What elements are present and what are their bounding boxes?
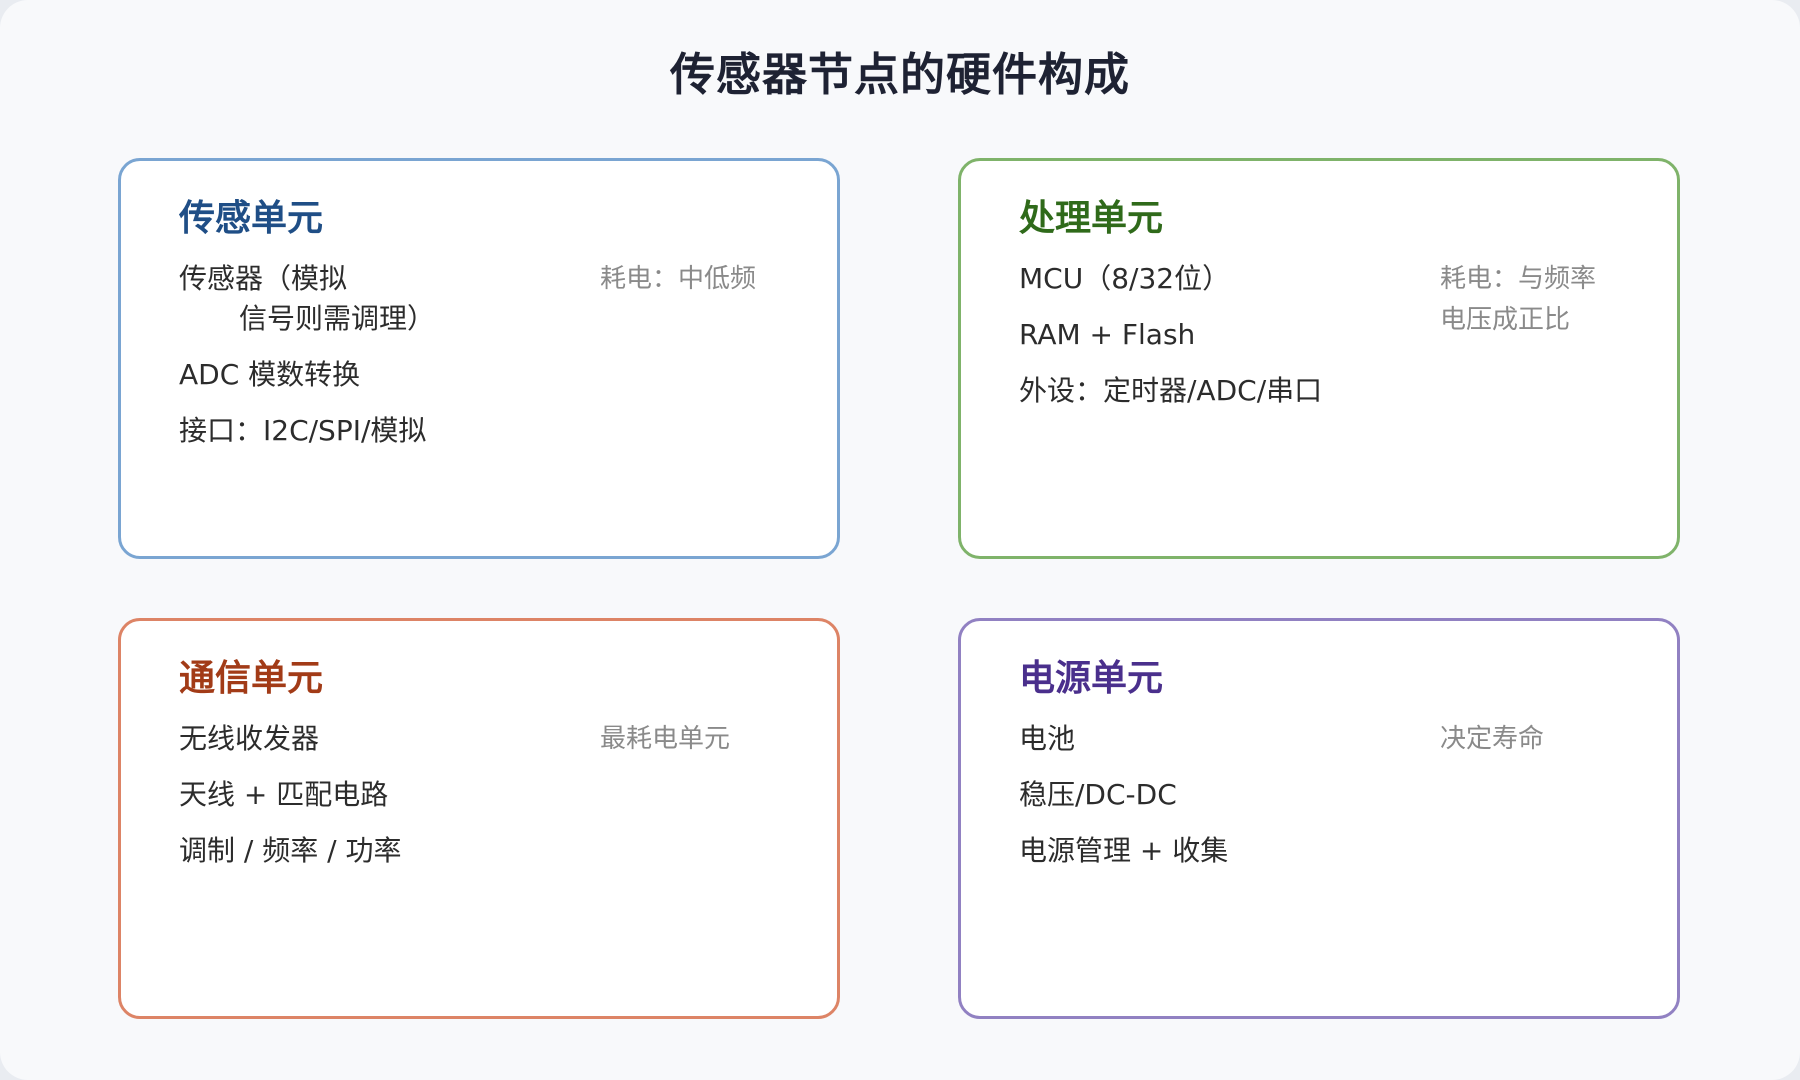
communication-unit-note: 最耗电单元 xyxy=(600,724,731,754)
power-item-battery: 电池 xyxy=(1019,722,1076,755)
power-unit-items: 电池 稳压/DC-DC 电源管理 + 收集 xyxy=(1019,719,1419,887)
processing-unit-note: 耗电：与频率 电压成正比 xyxy=(1440,259,1640,341)
processing-note-line2: 电压成正比 xyxy=(1440,305,1571,335)
processing-unit-card: 处理单元 MCU（8/32位） RAM + Flash 外设：定时器/ADC/串… xyxy=(958,158,1680,559)
sensing-unit-items: 传感器（模拟 信号则需调理） ADC 模数转换 接口：I2C/SPI/模拟 xyxy=(179,259,579,467)
processing-item-peripherals: 外设：定时器/ADC/串口 xyxy=(1019,374,1323,407)
communication-item-transceiver: 无线收发器 xyxy=(179,722,320,755)
processing-unit-title: 处理单元 xyxy=(1019,198,1164,239)
sensing-item-sensor: 传感器（模拟 信号则需调理） xyxy=(179,259,579,339)
sensing-unit-note: 耗电：中低频 xyxy=(600,264,757,294)
power-unit-card: 电源单元 电池 稳压/DC-DC 电源管理 + 收集 决定寿命 xyxy=(958,618,1680,1019)
diagram-canvas: 传感器节点的硬件构成 传感单元 传感器（模拟 信号则需调理） ADC 模数转换 … xyxy=(0,0,1800,1080)
communication-unit-card: 通信单元 无线收发器 天线 + 匹配电路 调制 / 频率 / 功率 最耗电单元 xyxy=(118,618,840,1019)
sensing-item-adc: ADC 模数转换 xyxy=(179,358,361,391)
power-item-management: 电源管理 + 收集 xyxy=(1019,834,1229,867)
sensing-item-sensor-line2: 信号则需调理） xyxy=(239,302,436,335)
power-unit-title: 电源单元 xyxy=(1019,658,1164,699)
processing-note-line1: 耗电：与频率 xyxy=(1440,264,1597,294)
communication-item-antenna: 天线 + 匹配电路 xyxy=(179,778,389,811)
power-unit-note: 决定寿命 xyxy=(1440,724,1545,754)
page-title: 传感器节点的硬件构成 xyxy=(669,48,1130,101)
sensing-item-sensor-line1: 传感器（模拟 xyxy=(179,262,348,295)
sensing-unit-title: 传感单元 xyxy=(179,198,324,239)
communication-unit-items: 无线收发器 天线 + 匹配电路 调制 / 频率 / 功率 xyxy=(179,719,579,887)
communication-unit-title: 通信单元 xyxy=(179,658,324,699)
sensing-item-interface: 接口：I2C/SPI/模拟 xyxy=(179,414,427,447)
sensing-unit-card: 传感单元 传感器（模拟 信号则需调理） ADC 模数转换 接口：I2C/SPI/… xyxy=(118,158,840,559)
processing-unit-items: MCU（8/32位） RAM + Flash 外设：定时器/ADC/串口 xyxy=(1019,259,1419,427)
communication-item-modulation: 调制 / 频率 / 功率 xyxy=(179,834,402,867)
processing-item-mcu: MCU（8/32位） xyxy=(1019,262,1231,295)
processing-item-memory: RAM + Flash xyxy=(1019,318,1196,351)
power-item-regulator: 稳压/DC-DC xyxy=(1019,778,1177,811)
